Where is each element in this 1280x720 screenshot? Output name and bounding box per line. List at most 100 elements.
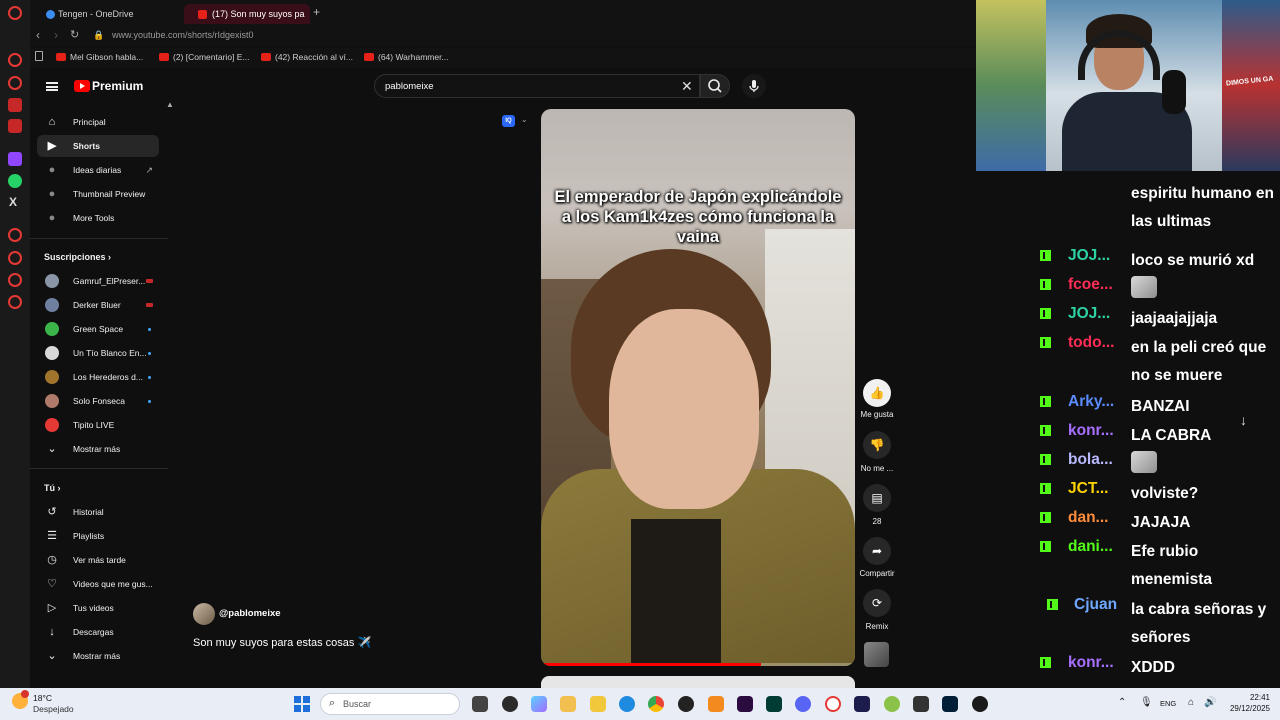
chat-username[interactable]: dani...: [1068, 538, 1113, 556]
you-heading[interactable]: Tú ›: [44, 483, 61, 493]
settings-icon[interactable]: [8, 295, 22, 309]
clock-date[interactable]: 29/12/2025: [1228, 704, 1270, 713]
tab-youtube-short[interactable]: (17) Son muy suyos pa: [184, 4, 310, 24]
sidebar-item-playlists[interactable]: ☰ Playlists: [37, 525, 159, 547]
youtube-brand[interactable]: Premium: [92, 79, 143, 93]
sidebar-item-historial[interactable]: ↺ Historial: [37, 501, 159, 523]
sidebar-app-icon[interactable]: [8, 273, 22, 287]
language-indicator[interactable]: ENG: [1160, 699, 1176, 708]
task-view-icon[interactable]: [472, 696, 488, 712]
new-tab-button[interactable]: +: [313, 5, 320, 19]
network-icon[interactable]: ⌂: [1188, 697, 1194, 708]
remix-button[interactable]: ⟳: [863, 589, 891, 617]
chevron-down-icon[interactable]: ⌄: [521, 115, 528, 124]
video-progress-bar[interactable]: [541, 663, 855, 666]
premiere-icon[interactable]: [737, 696, 753, 712]
subscriptions-heading[interactable]: Suscripciones ›: [44, 252, 111, 262]
search-button[interactable]: [700, 74, 730, 98]
opera-icon[interactable]: [825, 696, 841, 712]
discord-icon[interactable]: [795, 696, 811, 712]
app-icon[interactable]: [854, 696, 870, 712]
edge-icon[interactable]: [619, 696, 635, 712]
volume-icon[interactable]: 🔊: [1204, 697, 1216, 708]
share-button[interactable]: ➦: [863, 537, 891, 565]
tray-overflow-icon[interactable]: ⌃: [1118, 697, 1126, 708]
clear-search-icon[interactable]: ✕: [681, 78, 693, 95]
search-app-icon[interactable]: [708, 696, 724, 712]
chat-username[interactable]: JOJ...: [1068, 305, 1110, 323]
bookmarks-icon[interactable]: [35, 51, 43, 61]
bookmark-item[interactable]: (2) [Comentario] E...: [159, 52, 250, 62]
whatsapp-icon[interactable]: [8, 174, 22, 188]
mic-icon[interactable]: 🎙: [1140, 697, 1153, 708]
show-more-subscriptions[interactable]: ⌄ Mostrar más: [37, 438, 159, 460]
url-text[interactable]: www.youtube.com/shorts/rIdgexist0: [112, 30, 254, 40]
sidebar-app-icon[interactable]: [8, 251, 22, 265]
forward-icon[interactable]: ›: [54, 28, 58, 42]
bookmark-item[interactable]: Mel Gibson habla...: [56, 52, 143, 62]
show-more-you[interactable]: ⌄ Mostrar más: [37, 645, 159, 667]
app-icon[interactable]: [884, 696, 900, 712]
bookmark-item[interactable]: (42) Reacción al ví...: [261, 52, 353, 62]
start-button[interactable]: [294, 696, 310, 712]
opera-logo-icon[interactable]: [8, 6, 22, 20]
menu-icon[interactable]: [46, 82, 58, 91]
sidebar-app-icon[interactable]: [8, 119, 22, 133]
chat-username[interactable]: dan...: [1068, 509, 1108, 527]
subscription-item[interactable]: Gamruf_ElPreser...: [37, 270, 159, 292]
subscription-item[interactable]: Solo Fonseca: [37, 390, 159, 412]
app-s-icon[interactable]: [502, 696, 518, 712]
subscription-item[interactable]: Derker Bluer: [37, 294, 159, 316]
github-icon[interactable]: [678, 696, 694, 712]
chat-username[interactable]: JCT...: [1068, 480, 1108, 498]
search-input[interactable]: pablomeixe ✕: [374, 74, 700, 98]
channel-avatar[interactable]: [193, 603, 215, 625]
chat-username[interactable]: fcoe...: [1068, 276, 1113, 294]
extension-badge-icon[interactable]: IQ: [502, 115, 515, 127]
taskbar-search[interactable]: ⌕ Buscar: [320, 693, 460, 715]
photoshop-icon[interactable]: [942, 696, 958, 712]
weather-description[interactable]: Despejado: [33, 704, 74, 714]
twitch-icon[interactable]: [8, 152, 22, 166]
voice-search-button[interactable]: [742, 74, 766, 98]
scroll-down-icon[interactable]: ↓: [1240, 412, 1247, 428]
sidebar-item-downloads[interactable]: ↓ Descargas: [37, 621, 159, 643]
sidebar-item-shorts[interactable]: ▶ Shorts: [37, 135, 159, 157]
x-twitter-icon[interactable]: X: [9, 195, 17, 209]
chat-username[interactable]: konr...: [1068, 422, 1114, 440]
channel-name[interactable]: @pablomeixe: [219, 608, 281, 619]
chat-username[interactable]: todo...: [1068, 334, 1115, 352]
next-short-preview[interactable]: [541, 676, 855, 688]
weather-temperature[interactable]: 18°C: [33, 693, 52, 703]
scroll-up-icon[interactable]: ▲: [166, 100, 174, 109]
sidebar-app-icon[interactable]: [8, 76, 22, 90]
bookmark-item[interactable]: (64) Warhammer...: [364, 52, 449, 62]
subscription-item[interactable]: Los Herederos d...: [37, 366, 159, 388]
subscription-item[interactable]: Un Tío Blanco En...: [37, 342, 159, 364]
sidebar-app-icon[interactable]: [8, 53, 22, 67]
youtube-logo-icon[interactable]: [74, 80, 90, 92]
sidebar-item-your-videos[interactable]: ▷ Tus videos: [37, 597, 159, 619]
copilot-icon[interactable]: [531, 696, 547, 712]
clock-time[interactable]: 22:41: [1228, 693, 1270, 702]
dislike-button[interactable]: 👎: [863, 431, 891, 459]
chrome-icon[interactable]: [648, 696, 664, 712]
sidebar-item-watch-later[interactable]: ◷ Ver más tarde: [37, 549, 159, 571]
sidebar-item-principal[interactable]: ⌂ Principal: [37, 111, 159, 133]
app-icon[interactable]: [913, 696, 929, 712]
sidebar-app-icon[interactable]: [8, 228, 22, 242]
sidebar-item-thumbnail-preview[interactable]: ● Thumbnail Preview: [37, 183, 159, 205]
obs-icon[interactable]: [972, 696, 988, 712]
chat-username[interactable]: bola...: [1068, 451, 1113, 469]
sidebar-item-more-tools[interactable]: ● More Tools: [37, 207, 159, 229]
sidebar-app-icon[interactable]: [8, 98, 22, 112]
like-button[interactable]: 👍: [863, 379, 891, 407]
folder-icon[interactable]: [590, 696, 606, 712]
chat-username[interactable]: JOJ...: [1068, 247, 1110, 265]
audition-icon[interactable]: [766, 696, 782, 712]
chat-username[interactable]: konr...: [1068, 654, 1114, 672]
file-explorer-icon[interactable]: [560, 696, 576, 712]
sidebar-item-liked-videos[interactable]: ♡ Videos que me gus...: [37, 573, 159, 595]
sidebar-item-ideas[interactable]: ● Ideas diarias ↗: [37, 159, 159, 181]
short-video-player[interactable]: El emperador de Japón explicándole a los…: [541, 109, 855, 666]
